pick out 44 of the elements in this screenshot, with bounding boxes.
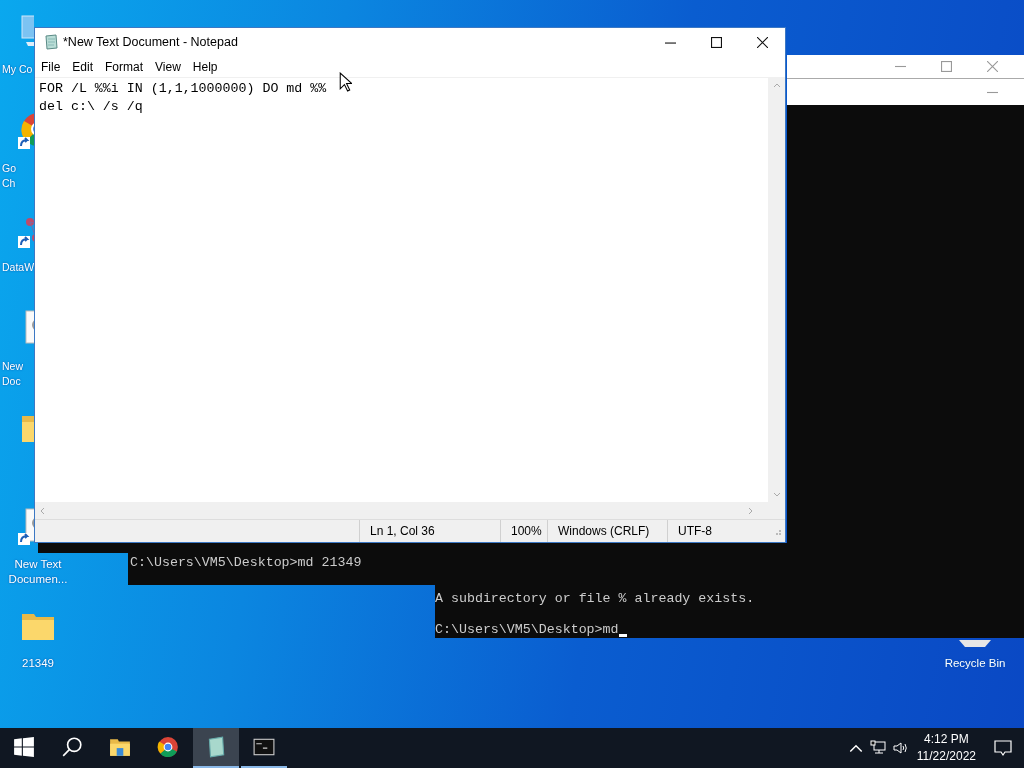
notepad-icon — [43, 34, 59, 50]
text-line: del c:\ /s /q — [39, 98, 143, 116]
icon-label: Go — [2, 161, 16, 176]
icon-label: New — [2, 359, 23, 374]
status-text: Windows (CRLF) — [558, 524, 650, 538]
menu-item[interactable]: View — [149, 56, 187, 77]
status-text: 100% — [511, 524, 542, 538]
icon-label: Recycle Bin — [944, 656, 1006, 671]
close-icon[interactable] — [987, 61, 998, 72]
console-text: A subdirectory or file % already exists. — [435, 590, 755, 607]
maximize-icon — [710, 36, 722, 48]
icon-label: 21349 — [22, 656, 54, 671]
status-text: Ln 1, Col 36 — [370, 524, 435, 538]
clock[interactable]: 4:12 PM 11/22/2022 — [910, 731, 982, 765]
vertical-scrollbar[interactable] — [768, 78, 785, 502]
status-text: UTF-8 — [678, 524, 712, 538]
icon-label: Documen... — [8, 572, 68, 587]
close-icon — [756, 36, 768, 48]
text-line: FOR /L %%i IN (1,1,1000000) DO md %% — [39, 80, 327, 98]
menu-item[interactable]: File — [35, 56, 67, 77]
taskbar-app-button[interactable] — [193, 728, 239, 768]
network-icon[interactable] — [869, 740, 886, 756]
windows-logo-icon — [13, 736, 35, 758]
horizontal-scrollbar[interactable] — [35, 502, 785, 519]
folder-icon — [109, 736, 131, 758]
text-editor[interactable]: FOR /L %%i IN (1,1,1000000) DO md %% del c:\ /s /q — [35, 78, 768, 502]
menu-item[interactable]: Edit — [66, 56, 100, 77]
icon-label: Doc — [2, 374, 21, 389]
terminal-icon — [253, 736, 275, 758]
maximize-icon[interactable] — [941, 61, 952, 72]
console-text: C:\Users\VM5\Desktop>md — [435, 621, 619, 638]
icon-label: Ch — [2, 176, 16, 191]
mouse-pointer-icon — [339, 72, 352, 92]
console-text: C:\Users\VM5\Desktop>md 21349 — [130, 554, 362, 571]
menu-item[interactable]: Help — [186, 56, 224, 77]
icon-label: My Co — [2, 62, 33, 77]
menu-item[interactable]: Format — [99, 56, 150, 77]
icon-label: New Text — [14, 557, 62, 572]
notification-icon[interactable] — [994, 739, 1012, 757]
window-title: *New Text Document - Notepad — [63, 35, 238, 49]
icon-label: DataW — [2, 260, 35, 275]
volume-icon[interactable] — [891, 740, 908, 756]
search-icon — [61, 736, 83, 758]
chrome-icon — [157, 736, 179, 758]
